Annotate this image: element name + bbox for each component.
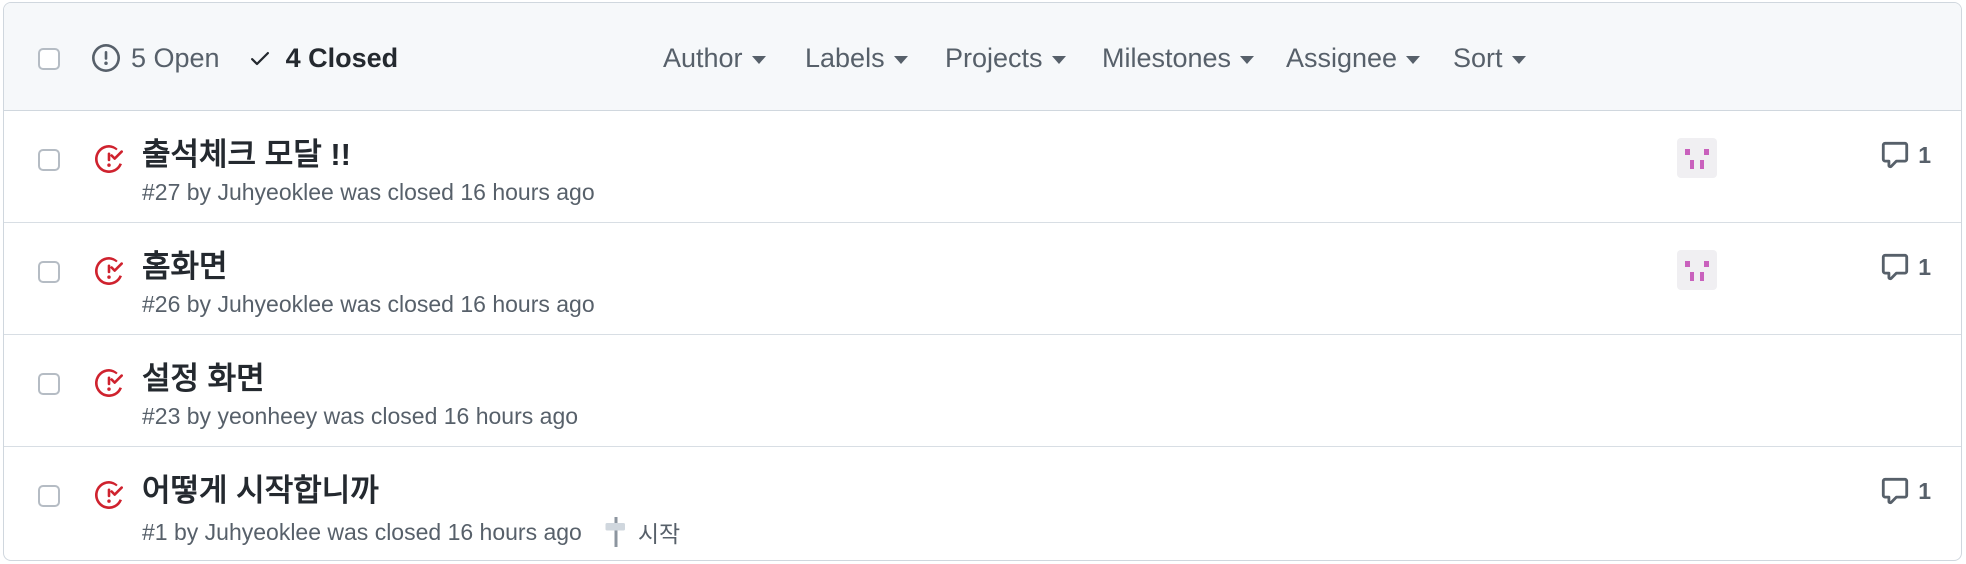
issue-title-link[interactable]: 홈화면	[142, 241, 228, 286]
issues-list-box: 5 Open 4 Closed Author Labels Projects M…	[3, 2, 1962, 561]
chevron-down-icon	[1051, 55, 1066, 64]
issue-row: 홈화면 #26 by Juhyeoklee was closed 16 hour…	[4, 223, 1961, 335]
assignee-filter[interactable]: Assignee	[1286, 40, 1421, 76]
issue-row: 출석체크 모달 !! #27 by Juhyeoklee was closed …	[4, 111, 1961, 223]
comment-count: 1	[1918, 477, 1931, 504]
chevron-down-icon	[751, 55, 766, 64]
projects-filter-label: Projects	[945, 42, 1043, 73]
issue-row: 설정 화면 #23 by yeonheey was closed 16 hour…	[4, 335, 1961, 447]
issue-row: 어떻게 시작합니까 #1 by Juhyeoklee was closed 16…	[4, 447, 1961, 558]
labels-filter-label: Labels	[805, 42, 885, 73]
open-issues-link[interactable]: 5 Open	[92, 43, 220, 74]
issue-opened-icon	[92, 44, 120, 72]
sort-filter[interactable]: Sort	[1453, 40, 1526, 76]
milestones-filter[interactable]: Milestones	[1102, 40, 1255, 76]
issue-meta-text: #27 by Juhyeoklee was closed 16 hours ag…	[142, 179, 595, 205]
comment-count: 1	[1918, 253, 1931, 280]
closed-count-label: 4 Closed	[285, 42, 399, 73]
issue-title-link[interactable]: 출석체크 모달 !!	[142, 129, 351, 174]
labels-filter[interactable]: Labels	[805, 40, 908, 76]
issue-checkbox[interactable]	[38, 485, 60, 507]
sort-filter-label: Sort	[1453, 42, 1503, 73]
comments-link[interactable]: 1	[1880, 249, 1931, 285]
chevron-down-icon	[893, 55, 908, 64]
select-all-checkbox[interactable]	[38, 48, 60, 70]
assignee-avatar[interactable]	[1677, 138, 1717, 178]
milestone-label: 시작	[637, 521, 681, 547]
chevron-down-icon	[1240, 55, 1255, 64]
issue-checkbox[interactable]	[38, 149, 60, 171]
open-count-label: 5 Open	[131, 42, 220, 73]
issue-meta-text: #23 by yeonheey was closed 16 hours ago	[142, 403, 579, 429]
comments-link[interactable]: 1	[1880, 473, 1931, 509]
comment-count: 1	[1918, 141, 1931, 168]
chevron-down-icon	[1406, 55, 1421, 64]
comment-icon	[1880, 476, 1918, 506]
comment-icon	[1880, 140, 1918, 170]
issue-meta: #1 by Juhyeoklee was closed 16 hours ago…	[142, 515, 680, 549]
milestone-icon	[604, 517, 638, 547]
milestone-link[interactable]: 시작	[604, 515, 680, 549]
issue-closed-icon	[94, 369, 123, 402]
closed-issues-link[interactable]: 4 Closed	[248, 42, 399, 74]
check-icon	[248, 46, 272, 70]
issue-closed-icon	[94, 257, 123, 290]
assignee-avatar[interactable]	[1677, 250, 1717, 290]
milestones-filter-label: Milestones	[1102, 42, 1232, 73]
comment-icon	[1880, 252, 1918, 282]
issues-list-header: 5 Open 4 Closed Author Labels Projects M…	[4, 3, 1961, 111]
assignee-filter-label: Assignee	[1286, 42, 1398, 73]
author-filter[interactable]: Author	[663, 40, 766, 76]
issue-meta-text: #26 by Juhyeoklee was closed 16 hours ag…	[142, 291, 595, 317]
issue-title-link[interactable]: 설정 화면	[142, 353, 265, 398]
issue-checkbox[interactable]	[38, 261, 60, 283]
issue-closed-icon	[94, 145, 123, 178]
chevron-down-icon	[1511, 55, 1526, 64]
author-filter-label: Author	[663, 42, 743, 73]
issue-title-link[interactable]: 어떻게 시작합니까	[142, 465, 379, 510]
issue-meta: #26 by Juhyeoklee was closed 16 hours ag…	[142, 291, 595, 318]
issue-meta-text: #1 by Juhyeoklee was closed 16 hours ago	[142, 518, 582, 545]
issue-meta: #27 by Juhyeoklee was closed 16 hours ag…	[142, 179, 595, 206]
issue-meta: #23 by yeonheey was closed 16 hours ago	[142, 403, 578, 430]
projects-filter[interactable]: Projects	[945, 40, 1066, 76]
issue-closed-icon	[94, 481, 123, 514]
state-toggle: 5 Open 4 Closed	[92, 40, 398, 76]
issue-checkbox[interactable]	[38, 373, 60, 395]
comments-link[interactable]: 1	[1880, 137, 1931, 173]
